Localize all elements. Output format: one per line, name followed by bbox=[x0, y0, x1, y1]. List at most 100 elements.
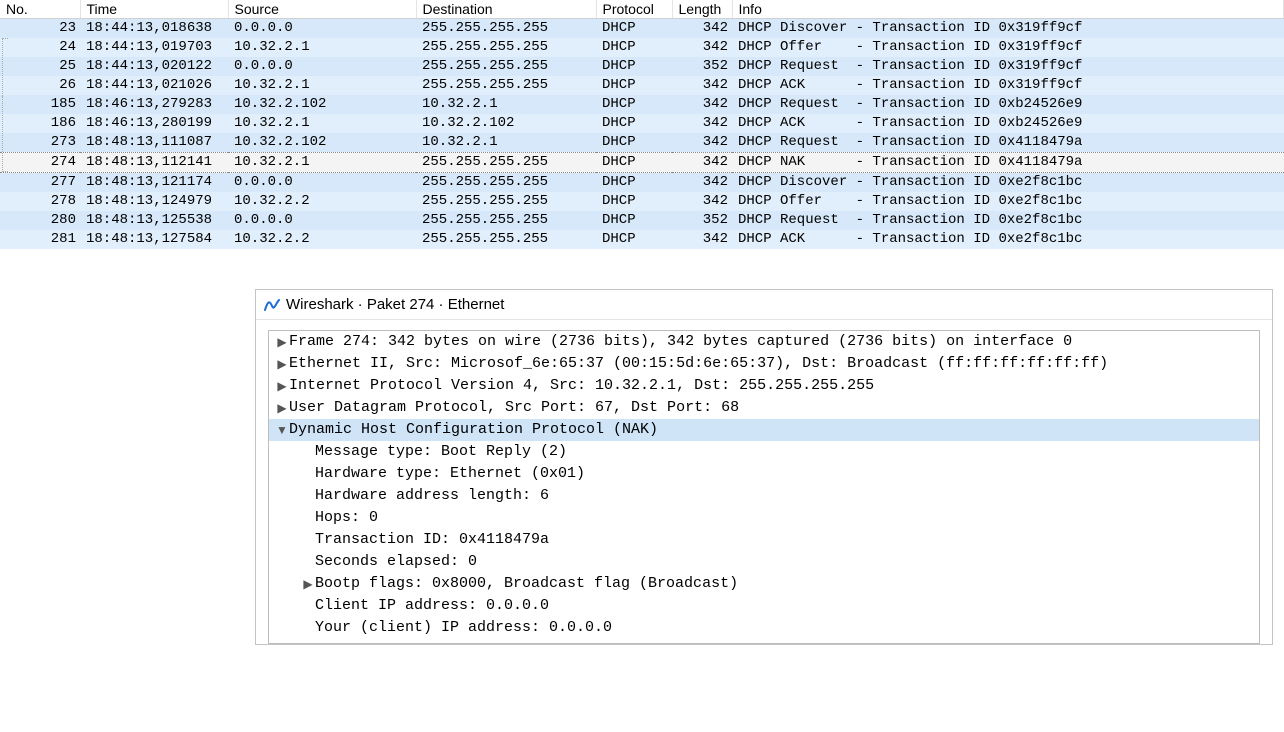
caret-right-icon[interactable]: ▶ bbox=[301, 573, 315, 595]
cell: 18:46:13,280199 bbox=[80, 114, 228, 133]
table-row[interactable]: 2418:44:13,01970310.32.2.1255.255.255.25… bbox=[0, 38, 1284, 57]
cell: 10.32.2.1 bbox=[228, 153, 416, 173]
tree-row[interactable]: Hops: 0 bbox=[269, 507, 1259, 529]
table-row[interactable]: 27318:48:13,11108710.32.2.10210.32.2.1DH… bbox=[0, 133, 1284, 153]
tree-row-label: Hops: 0 bbox=[315, 507, 378, 529]
cell: 23 bbox=[0, 19, 80, 39]
cell: 18:44:13,020122 bbox=[80, 57, 228, 76]
caret-down-icon[interactable]: ▼ bbox=[275, 419, 289, 441]
packet-details-window: Wireshark · Paket 274 · Ethernet ▶Frame … bbox=[255, 289, 1273, 645]
cell: 26 bbox=[0, 76, 80, 95]
wireshark-icon bbox=[264, 297, 280, 313]
caret-right-icon[interactable]: ▶ bbox=[275, 353, 289, 375]
cell: 186 bbox=[0, 114, 80, 133]
caret-right-icon[interactable]: ▶ bbox=[275, 397, 289, 419]
cell: DHCP bbox=[596, 95, 672, 114]
cell: 280 bbox=[0, 211, 80, 230]
cell: DHCP ACK - Transaction ID 0x319ff9cf bbox=[732, 76, 1284, 95]
cell: 255.255.255.255 bbox=[416, 211, 596, 230]
col-header-destination[interactable]: Destination bbox=[416, 0, 596, 19]
tree-row-label: Internet Protocol Version 4, Src: 10.32.… bbox=[289, 375, 874, 397]
cell: DHCP bbox=[596, 153, 672, 173]
cell: 342 bbox=[672, 153, 732, 173]
table-row[interactable]: 27818:48:13,12497910.32.2.2255.255.255.2… bbox=[0, 192, 1284, 211]
col-header-info[interactable]: Info bbox=[732, 0, 1284, 19]
cell: DHCP ACK - Transaction ID 0xe2f8c1bc bbox=[732, 230, 1284, 249]
col-header-length[interactable]: Length bbox=[672, 0, 732, 19]
cell: DHCP bbox=[596, 192, 672, 211]
cell: 10.32.2.1 bbox=[228, 76, 416, 95]
cell: 342 bbox=[672, 38, 732, 57]
tree-row[interactable]: Client IP address: 0.0.0.0 bbox=[269, 595, 1259, 617]
tree-row[interactable]: Your (client) IP address: 0.0.0.0 bbox=[269, 617, 1259, 639]
cell: 18:44:13,018638 bbox=[80, 19, 228, 39]
cell: DHCP bbox=[596, 19, 672, 39]
table-row[interactable]: 28018:48:13,1255380.0.0.0255.255.255.255… bbox=[0, 211, 1284, 230]
cell: 342 bbox=[672, 114, 732, 133]
cell: DHCP bbox=[596, 133, 672, 153]
tree-row[interactable]: Transaction ID: 0x4118479a bbox=[269, 529, 1259, 551]
table-row[interactable]: 2518:44:13,0201220.0.0.0255.255.255.255D… bbox=[0, 57, 1284, 76]
cell: DHCP bbox=[596, 57, 672, 76]
cell: 18:48:13,127584 bbox=[80, 230, 228, 249]
tree-row[interactable]: ▶Internet Protocol Version 4, Src: 10.32… bbox=[269, 375, 1259, 397]
column-header-row[interactable]: No. Time Source Destination Protocol Len… bbox=[0, 0, 1284, 19]
cell: 18:48:13,121174 bbox=[80, 173, 228, 193]
table-row[interactable]: 18518:46:13,27928310.32.2.10210.32.2.1DH… bbox=[0, 95, 1284, 114]
cell: 255.255.255.255 bbox=[416, 230, 596, 249]
packet-details-tree[interactable]: ▶Frame 274: 342 bytes on wire (2736 bits… bbox=[268, 330, 1260, 644]
cell: 281 bbox=[0, 230, 80, 249]
tree-row-label: User Datagram Protocol, Src Port: 67, Ds… bbox=[289, 397, 739, 419]
col-header-protocol[interactable]: Protocol bbox=[596, 0, 672, 19]
cell: 10.32.2.102 bbox=[416, 114, 596, 133]
cell: 342 bbox=[672, 133, 732, 153]
cell: 255.255.255.255 bbox=[416, 38, 596, 57]
cell: 255.255.255.255 bbox=[416, 19, 596, 39]
cell: 10.32.2.2 bbox=[228, 230, 416, 249]
tree-row[interactable]: Seconds elapsed: 0 bbox=[269, 551, 1259, 573]
tree-row[interactable]: Message type: Boot Reply (2) bbox=[269, 441, 1259, 463]
cell: 255.255.255.255 bbox=[416, 173, 596, 193]
cell: 342 bbox=[672, 192, 732, 211]
cell: 273 bbox=[0, 133, 80, 153]
cell: 10.32.2.2 bbox=[228, 192, 416, 211]
tree-row[interactable]: ▶Bootp flags: 0x8000, Broadcast flag (Br… bbox=[269, 573, 1259, 595]
cell: DHCP bbox=[596, 76, 672, 95]
caret-right-icon[interactable]: ▶ bbox=[275, 331, 289, 353]
cell: 0.0.0.0 bbox=[228, 173, 416, 193]
cell: DHCP NAK - Transaction ID 0x4118479a bbox=[732, 153, 1284, 173]
tree-row-label: Your (client) IP address: 0.0.0.0 bbox=[315, 617, 612, 639]
cell: 10.32.2.1 bbox=[416, 133, 596, 153]
packet-list-pane[interactable]: No. Time Source Destination Protocol Len… bbox=[0, 0, 1284, 249]
tree-row[interactable]: Hardware type: Ethernet (0x01) bbox=[269, 463, 1259, 485]
cell: 352 bbox=[672, 211, 732, 230]
tree-row-label: Bootp flags: 0x8000, Broadcast flag (Bro… bbox=[315, 573, 738, 595]
tree-row[interactable]: ▼Dynamic Host Configuration Protocol (NA… bbox=[269, 419, 1259, 441]
col-header-source[interactable]: Source bbox=[228, 0, 416, 19]
tree-row-label: Message type: Boot Reply (2) bbox=[315, 441, 567, 463]
col-header-no[interactable]: No. bbox=[0, 0, 80, 19]
cell: DHCP Request - Transaction ID 0xb24526e9 bbox=[732, 95, 1284, 114]
tree-row[interactable]: Hardware address length: 6 bbox=[269, 485, 1259, 507]
cell: 0.0.0.0 bbox=[228, 19, 416, 39]
table-row[interactable]: 2318:44:13,0186380.0.0.0255.255.255.255D… bbox=[0, 19, 1284, 39]
table-row[interactable]: 28118:48:13,12758410.32.2.2255.255.255.2… bbox=[0, 230, 1284, 249]
cell: 18:48:13,111087 bbox=[80, 133, 228, 153]
cell: 18:48:13,124979 bbox=[80, 192, 228, 211]
table-row[interactable]: 18618:46:13,28019910.32.2.110.32.2.102DH… bbox=[0, 114, 1284, 133]
caret-right-icon[interactable]: ▶ bbox=[275, 375, 289, 397]
col-header-time[interactable]: Time bbox=[80, 0, 228, 19]
cell: DHCP Discover - Transaction ID 0x319ff9c… bbox=[732, 19, 1284, 39]
cell: 274 bbox=[0, 153, 80, 173]
tree-row[interactable]: ▶Frame 274: 342 bytes on wire (2736 bits… bbox=[269, 331, 1259, 353]
table-row[interactable]: 2618:44:13,02102610.32.2.1255.255.255.25… bbox=[0, 76, 1284, 95]
tree-row[interactable]: ▶User Datagram Protocol, Src Port: 67, D… bbox=[269, 397, 1259, 419]
table-row[interactable]: 27718:48:13,1211740.0.0.0255.255.255.255… bbox=[0, 173, 1284, 193]
detail-window-title: Wireshark · Paket 274 · Ethernet bbox=[286, 296, 504, 313]
table-row[interactable]: 27418:48:13,11214110.32.2.1255.255.255.2… bbox=[0, 153, 1284, 173]
detail-window-titlebar[interactable]: Wireshark · Paket 274 · Ethernet bbox=[256, 290, 1272, 320]
tree-row-label: Seconds elapsed: 0 bbox=[315, 551, 477, 573]
tree-row-label: Dynamic Host Configuration Protocol (NAK… bbox=[289, 419, 658, 441]
tree-row[interactable]: ▶Ethernet II, Src: Microsof_6e:65:37 (00… bbox=[269, 353, 1259, 375]
packet-table[interactable]: No. Time Source Destination Protocol Len… bbox=[0, 0, 1284, 249]
